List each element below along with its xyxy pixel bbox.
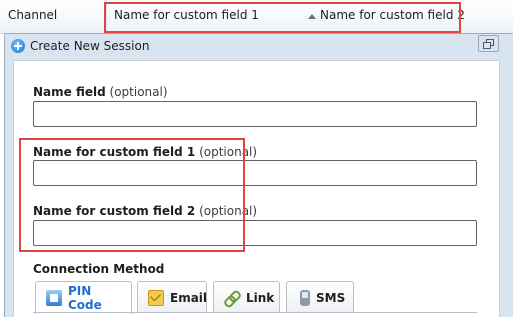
tab-pin-code[interactable]: PIN Code bbox=[35, 281, 132, 314]
tab-label: Email bbox=[170, 290, 208, 305]
sms-icon bbox=[300, 289, 310, 306]
link-icon bbox=[224, 290, 240, 306]
email-icon bbox=[148, 289, 164, 306]
tab-label: Link bbox=[246, 290, 275, 305]
add-session-icon bbox=[11, 39, 25, 53]
dialog-scroll-gutter bbox=[500, 60, 513, 317]
highlight-box-columns bbox=[104, 2, 461, 33]
dialog-title: Create New Session bbox=[30, 39, 150, 53]
name-field-label: Name field (optional) bbox=[33, 85, 168, 99]
highlight-box-fields bbox=[19, 138, 245, 252]
tab-label: SMS bbox=[316, 290, 346, 305]
tab-panel bbox=[33, 312, 477, 318]
tab-email[interactable]: Email bbox=[137, 281, 207, 313]
tab-label: PIN Code bbox=[68, 284, 102, 312]
restore-window-button[interactable] bbox=[478, 35, 499, 52]
connection-method-label: Connection Method bbox=[33, 262, 165, 276]
tab-sms[interactable]: SMS bbox=[286, 281, 354, 313]
pin-code-icon bbox=[46, 290, 62, 306]
tab-link[interactable]: Link bbox=[213, 281, 280, 313]
name-input[interactable] bbox=[33, 101, 477, 127]
column-header-channel[interactable]: Channel bbox=[8, 8, 57, 22]
